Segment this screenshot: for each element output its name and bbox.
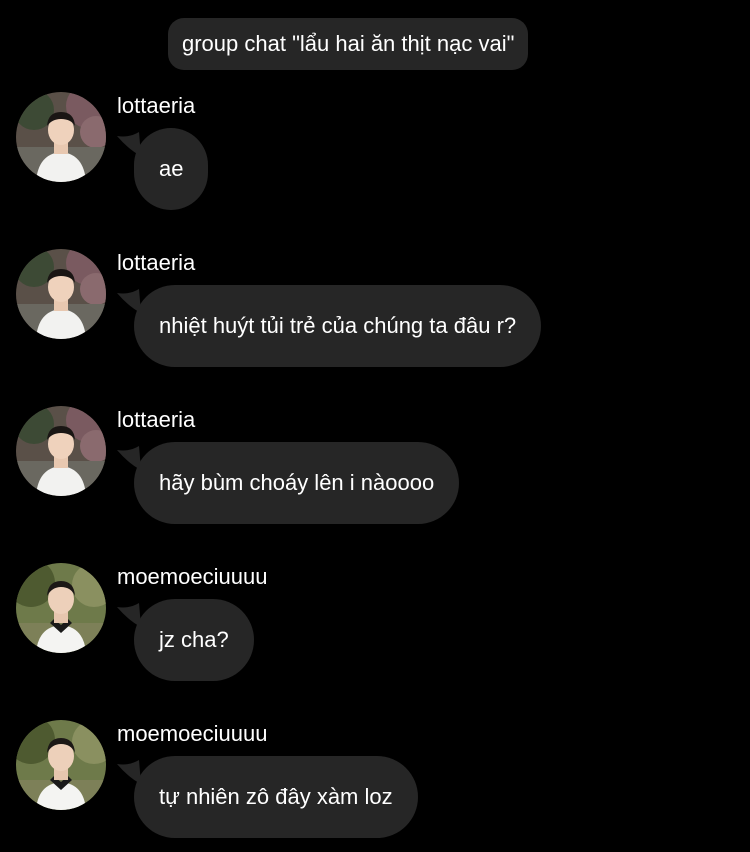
avatar[interactable] [16, 406, 106, 496]
sender-name: moemoeciuuuu [117, 564, 268, 589]
avatar[interactable] [16, 92, 106, 182]
sender-name: lottaeria [117, 407, 196, 432]
message-row: lottaeria ae [0, 92, 750, 232]
avatar-photo-icon [16, 92, 106, 182]
avatar-photo-icon [16, 720, 106, 810]
message-bubble[interactable]: ae [134, 128, 209, 210]
message-row: moemoeciuuuu tự nhiên zô đây xàm loz [0, 720, 750, 852]
sender-name: lottaeria [117, 93, 196, 118]
message-bubble[interactable]: nhiệt huýt tủi trẻ của chúng ta đâu r? [134, 285, 542, 367]
sender-name: moemoeciuuuu [117, 721, 268, 746]
message-bubble[interactable]: tự nhiên zô đây xàm loz [134, 756, 418, 838]
avatar[interactable] [16, 563, 106, 653]
message-row: lottaeria nhiệt huýt tủi trẻ của chúng t… [0, 249, 750, 389]
group-chat-title: group chat "lẩu hai ăn thịt nạc vai" [168, 18, 529, 70]
message-bubble[interactable]: jz cha? [134, 599, 254, 681]
sender-name: lottaeria [117, 250, 196, 275]
avatar-photo-icon [16, 563, 106, 653]
avatar-photo-icon [16, 249, 106, 339]
message-row: lottaeria hãy bùm choáy lên i nàoooo [0, 406, 750, 546]
message-row: moemoeciuuuu jz cha? [0, 563, 750, 703]
avatar[interactable] [16, 720, 106, 810]
chat-screen: group chat "lẩu hai ăn thịt nạc vai" lot… [0, 0, 750, 852]
avatar[interactable] [16, 249, 106, 339]
message-bubble[interactable]: hãy bùm choáy lên i nàoooo [134, 442, 460, 524]
avatar-photo-icon [16, 406, 106, 496]
